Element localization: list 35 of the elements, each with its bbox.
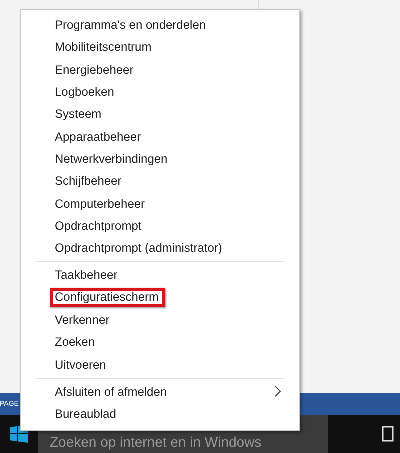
menu-item[interactable]: Energiebeheer [35,58,285,81]
menu-item-label: Mobiliteitscentrum [55,39,152,56]
menu-item[interactable]: Opdrachtprompt (administrator) [35,236,285,260]
menu-item[interactable]: Mobiliteitscentrum [35,36,285,59]
menu-item[interactable]: Programma's en onderdelen [35,14,285,36]
menu-item[interactable]: Zoeken [35,331,285,354]
menu-item-label: Opdrachtprompt [55,218,142,235]
menu-item-label: Logboeken [55,84,114,102]
menu-item[interactable]: Computerbeheer [35,192,285,215]
menu-item-label: Uitvoeren [55,356,106,374]
menu-item[interactable]: Opdrachtprompt [35,214,285,237]
menu-item[interactable]: Logboeken [35,80,285,104]
menu-item-label: Energiebeheer [55,62,134,79]
menu-item-label: Programma's en onderdelen [55,17,206,34]
menu-item[interactable]: Uitvoeren [35,353,285,376]
menu-item[interactable]: Netwerkverbindingen [35,148,285,170]
menu-item[interactable]: Systeem [35,103,285,126]
menu-item[interactable]: Verkenner [35,308,285,332]
menu-item-label: Apparaatbeheer [55,128,142,146]
menu-item-label: Systeem [55,106,102,124]
task-view-icon[interactable] [382,426,394,442]
menu-item[interactable]: Apparaatbeheer [35,125,285,148]
menu-item-label: Configuratiescherm [50,288,165,308]
menu-item-label: Zoeken [55,334,96,352]
menu-item[interactable]: Afsluiten of afmelden [35,380,285,404]
menu-item-label: Computerbeheer [55,196,146,213]
menu-item-label: Taakbeheer [55,267,118,284]
menu-item-label: Opdrachtprompt (administrator) [55,240,222,258]
menu-item-label: Schijfbeheer [55,173,122,190]
menu-item-label: Netwerkverbindingen [55,150,168,168]
menu-item[interactable]: Configuratiescherm [35,286,285,309]
menu-item-label: Verkenner [55,312,110,329]
menu-item[interactable]: Schijfbeheer [35,170,285,192]
menu-item[interactable]: Taakbeheer [35,264,285,287]
menu-item-label: Afsluiten of afmelden [55,384,168,401]
